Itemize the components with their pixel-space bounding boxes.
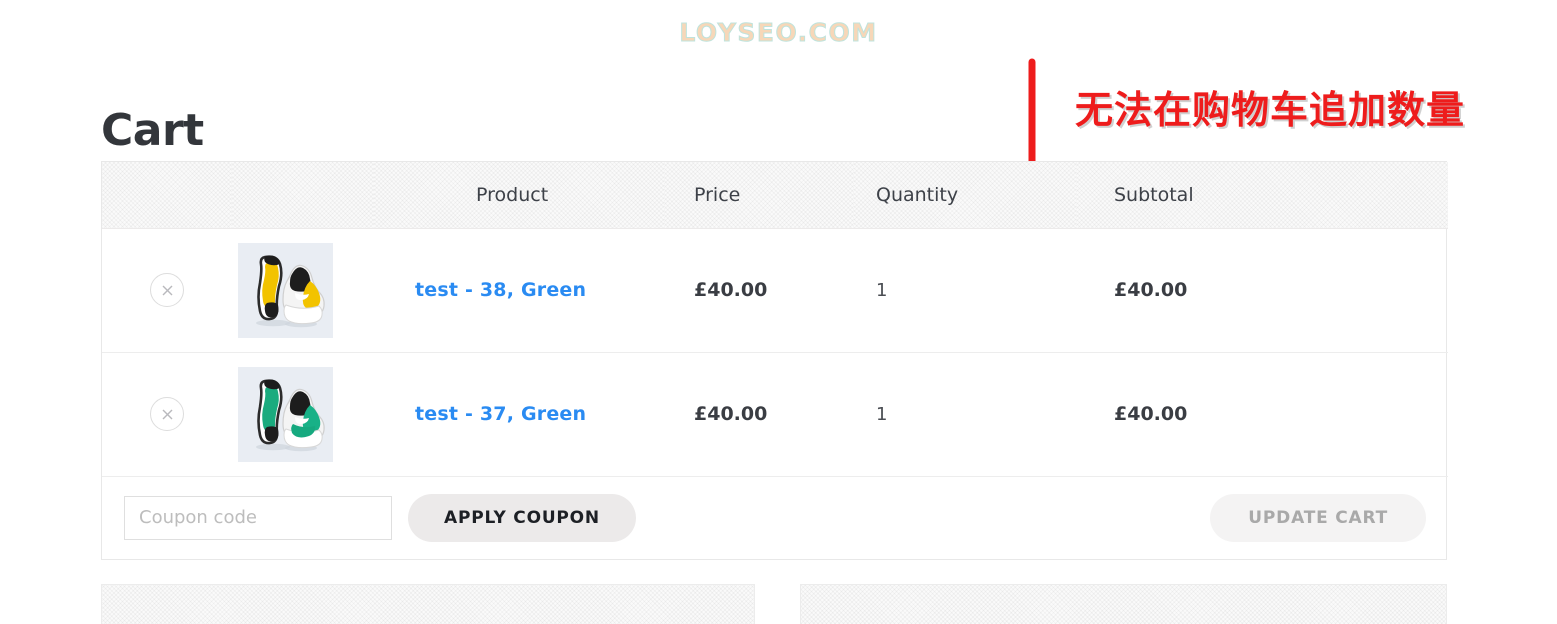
- remove-item-button[interactable]: [150, 397, 184, 431]
- page-title: Cart: [101, 105, 204, 157]
- product-link[interactable]: test - 38, Green: [415, 279, 586, 301]
- column-header-product: Product: [374, 162, 664, 229]
- remove-cell: [102, 228, 232, 353]
- close-icon: [162, 409, 172, 419]
- cart-table: Product Price Quantity Subtotal test - 3…: [101, 161, 1448, 560]
- product-subtotal: £40.00: [1076, 352, 1448, 477]
- bottom-panel-left: [101, 584, 755, 624]
- product-quantity: 1: [854, 352, 1076, 477]
- cart-item-row: test - 37, Green £40.00 1 £40.00: [102, 352, 1448, 477]
- product-link[interactable]: test - 37, Green: [415, 403, 586, 425]
- product-name-cell: test - 37, Green: [374, 352, 664, 477]
- sneaker-pair-green-icon: [256, 378, 325, 451]
- column-header-subtotal: Subtotal: [1076, 162, 1448, 229]
- product-quantity: 1: [854, 228, 1076, 353]
- update-cart-button[interactable]: UPDATE CART: [1210, 493, 1426, 542]
- annotation-text: 无法在购物车追加数量: [1075, 88, 1466, 132]
- remove-item-button[interactable]: [150, 273, 184, 307]
- product-thumbnail[interactable]: [238, 366, 333, 462]
- remove-cell: [102, 352, 232, 477]
- cart-actions-cell: APPLY COUPON UPDATE CART: [102, 476, 1448, 559]
- product-price: £40.00: [664, 352, 854, 477]
- close-icon: [162, 285, 172, 295]
- product-thumbnail[interactable]: [238, 242, 333, 338]
- column-header-thumbnail: [232, 162, 374, 229]
- column-header-remove: [102, 162, 232, 229]
- cart-table-header-row: Product Price Quantity Subtotal: [102, 162, 1448, 229]
- thumbnail-cell: [232, 228, 374, 353]
- sneaker-pair-yellow-icon: [256, 254, 325, 327]
- product-price: £40.00: [664, 228, 854, 353]
- column-header-price: Price: [664, 162, 854, 229]
- apply-coupon-button[interactable]: APPLY COUPON: [408, 493, 636, 542]
- coupon-code-input[interactable]: [124, 495, 392, 540]
- cart-actions-row: APPLY COUPON UPDATE CART: [102, 476, 1448, 559]
- product-subtotal: £40.00: [1076, 228, 1448, 353]
- bottom-panel-right: [800, 584, 1447, 624]
- product-name-cell: test - 38, Green: [374, 228, 664, 353]
- thumbnail-cell: [232, 352, 374, 477]
- cart-item-row: test - 38, Green £40.00 1 £40.00: [102, 228, 1448, 353]
- site-watermark: LOYSEO.COM: [679, 18, 878, 48]
- column-header-quantity: Quantity: [854, 162, 1076, 229]
